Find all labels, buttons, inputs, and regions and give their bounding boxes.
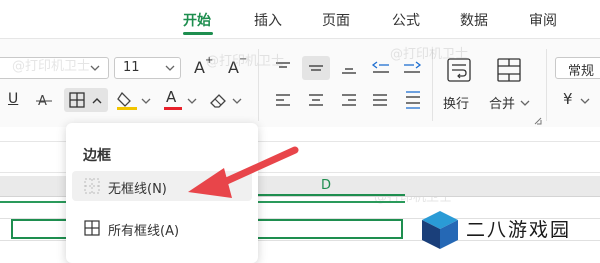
font-color-button[interactable]: A <box>163 88 199 113</box>
brand-cube-logo-icon <box>422 211 458 249</box>
tab-formulas[interactable]: 公式 <box>392 10 420 30</box>
increase-font-button[interactable]: A + <box>194 55 216 78</box>
font-size-value: 11 <box>123 60 140 75</box>
align-middle-button[interactable] <box>302 56 330 80</box>
dialog-launcher-icon[interactable] <box>534 117 542 125</box>
chevron-down-icon <box>520 100 530 106</box>
active-tab-indicator <box>183 32 213 35</box>
font-color-bar <box>164 107 182 110</box>
menu-item-label: 所有框线(A) <box>108 224 180 239</box>
chevron-down-icon <box>580 98 590 104</box>
chevron-down-icon <box>141 98 151 104</box>
number-format-select[interactable]: 常规 <box>555 57 600 79</box>
currency-button[interactable]: ¥ <box>563 90 593 112</box>
underline-button[interactable]: U <box>8 91 18 107</box>
border-grid-icon <box>69 92 85 108</box>
chevron-down-icon <box>165 65 175 71</box>
column-header-d[interactable]: D <box>321 178 331 193</box>
eraser-icon <box>210 94 226 108</box>
ribbon-home: 11 A + A − U A A 换行 合并 常规 ¥ <box>0 39 600 127</box>
distributed-align-icon[interactable] <box>402 89 424 111</box>
tab-insert[interactable]: 插入 <box>254 10 282 30</box>
ribbon-separator <box>258 49 259 121</box>
align-top-icon[interactable] <box>274 61 292 75</box>
chevron-down-icon <box>187 98 197 104</box>
chevron-down-icon <box>90 65 100 71</box>
merge-button[interactable]: 合并 <box>486 53 536 119</box>
tab-data[interactable]: 数据 <box>460 10 488 30</box>
align-bottom-icon[interactable] <box>340 61 358 75</box>
chevron-up-icon <box>92 98 102 104</box>
align-middle-icon <box>309 65 323 71</box>
align-center-icon[interactable] <box>307 93 325 107</box>
menu-title: 边框 <box>83 148 111 164</box>
chevron-down-icon <box>232 98 242 104</box>
brand-name: 二八游戏园 <box>466 219 572 241</box>
borders-button[interactable] <box>64 88 108 112</box>
paint-bucket-icon <box>117 91 137 110</box>
strikethrough-icon[interactable]: A <box>36 92 52 108</box>
clear-button[interactable] <box>208 89 244 113</box>
tab-review[interactable]: 审阅 <box>529 10 557 30</box>
decrease-indent-icon[interactable] <box>371 59 391 75</box>
align-left-icon[interactable] <box>274 93 292 107</box>
wrap-text-button[interactable]: 换行 <box>440 53 478 119</box>
increase-indent-icon[interactable] <box>402 59 422 75</box>
font-size-select[interactable]: 11 <box>114 57 181 79</box>
decrease-font-button[interactable]: A − <box>228 54 250 78</box>
no-border-icon <box>84 178 100 194</box>
align-right-icon[interactable] <box>340 93 358 107</box>
tab-home[interactable]: 开始 <box>183 10 211 30</box>
tab-page[interactable]: 页面 <box>322 10 350 30</box>
menu-item-all-borders[interactable]: 所有框线(A) <box>72 213 252 243</box>
annotation-arrow-icon <box>188 146 299 198</box>
all-borders-icon <box>84 220 100 236</box>
merge-cells-icon <box>497 58 521 82</box>
menu-item-label: 无框线(N) <box>108 182 167 197</box>
fill-color-button[interactable] <box>116 89 152 113</box>
font-name-select[interactable] <box>0 57 109 79</box>
ribbon-separator <box>432 49 433 121</box>
ribbon-separator <box>546 49 547 121</box>
wrap-text-icon <box>447 58 471 82</box>
justify-icon[interactable] <box>371 93 389 107</box>
